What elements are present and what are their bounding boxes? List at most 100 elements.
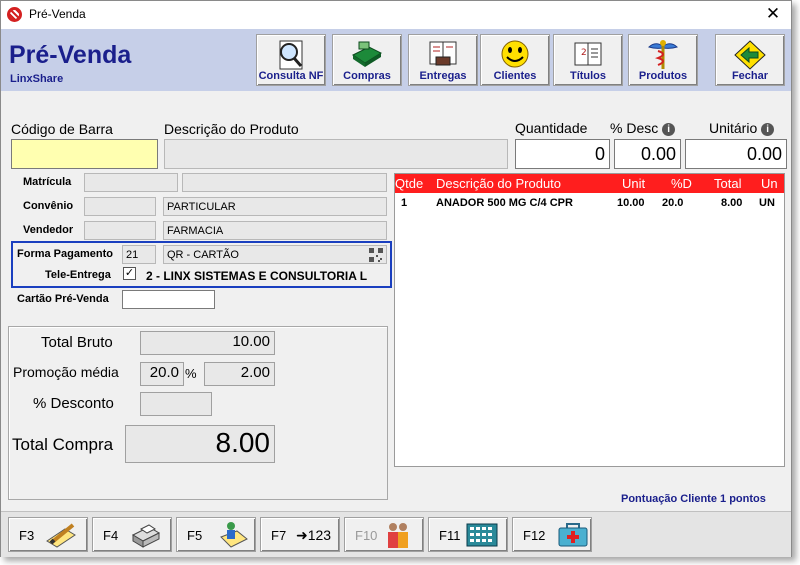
tele-entrega-label: Tele-Entrega (45, 269, 111, 281)
row-qtde: 1 (401, 197, 408, 209)
cartao-pre-venda-label: Cartão Pré-Venda (17, 293, 109, 305)
pencil-paper-icon (46, 523, 76, 548)
barcode-input[interactable] (11, 139, 158, 169)
col-descricao[interactable]: Descrição do Produto (436, 176, 561, 191)
row-unit: 10.00 (617, 197, 645, 209)
delivery-book-icon (429, 41, 457, 66)
fechar-button[interactable]: Fechar (715, 34, 785, 86)
svg-text:2: 2 (581, 48, 587, 58)
pontuacao-cliente: Pontuação Cliente 1 pontos (621, 493, 766, 505)
consulta-nf-button[interactable]: Consulta NF (256, 34, 326, 86)
total-bruto-value: 10.00 (140, 331, 275, 355)
medical-kit-icon (558, 523, 588, 547)
f11-button[interactable]: F11 (428, 517, 508, 552)
f11-label: F11 (439, 528, 461, 543)
forma-pagamento-label: Forma Pagamento (17, 248, 113, 260)
forma-pagamento-field[interactable]: QR - CARTÃO (163, 245, 387, 264)
row-descricao: ANADOR 500 MG C/4 CPR (436, 197, 573, 209)
person-note-icon (220, 522, 248, 548)
fechar-label: Fechar (731, 70, 769, 82)
row-total: 8.00 (721, 197, 743, 209)
promocao-pct-value: 20.0 (140, 362, 184, 386)
col-qtde[interactable]: Qtde (395, 176, 423, 191)
quantity-input[interactable]: 0 (515, 139, 610, 169)
arrow-left-icon (734, 40, 766, 70)
desconto-value (140, 392, 212, 416)
vendedor-label: Vendedor (23, 224, 74, 236)
unit-price-label-text: Unitário (709, 120, 758, 136)
window-title: Pré-Venda (29, 7, 86, 21)
unit-price-input[interactable]: 0.00 (685, 139, 787, 169)
unit-price-label: Unitário i (709, 120, 775, 136)
qr-code-icon (369, 248, 383, 262)
smiley-face-icon (501, 40, 529, 68)
cartao-pre-venda-input[interactable] (122, 290, 215, 309)
col-unit[interactable]: Unit (622, 176, 645, 191)
total-compra-label: Total Compra (12, 435, 114, 454)
forma-pagamento-code-field[interactable]: 21 (122, 245, 156, 264)
header-toolbar: Pré-Venda LinxShare Consulta NF Compras (1, 29, 791, 91)
f12-button[interactable]: F12 (512, 517, 592, 552)
promocao-media-label: Promoção média (13, 364, 119, 380)
titulos-button[interactable]: 2 Títulos (553, 34, 623, 86)
f12-label: F12 (523, 528, 546, 543)
f4-label: F4 (103, 528, 119, 543)
discount-info-icon[interactable]: i (662, 122, 676, 136)
discount-label-text: % Desc (610, 120, 659, 136)
f10-button[interactable]: F10 (344, 517, 424, 552)
items-grid[interactable]: Qtde Descrição do Produto Unit %D Total … (394, 173, 785, 467)
close-icon[interactable]: ✕ (763, 3, 783, 25)
col-total[interactable]: Total (714, 176, 741, 191)
col-un[interactable]: Un (761, 176, 778, 191)
titles-book-icon: 2 (574, 42, 602, 66)
app-title: Pré-Venda (9, 41, 132, 69)
total-bruto-label: Total Bruto (41, 334, 113, 351)
f5-label: F5 (187, 528, 203, 543)
vendedor-field[interactable]: FARMACIA (163, 221, 387, 240)
promocao-pct-symbol: % (185, 366, 197, 381)
description-label: Descrição do Produto (164, 121, 299, 137)
calculator-icon (466, 523, 498, 547)
convenio-field[interactable]: PARTICULAR (163, 197, 387, 216)
f7-button[interactable]: F7 ➜123 (260, 517, 340, 552)
entregas-label: Entregas (419, 70, 467, 82)
app-icon (7, 7, 22, 22)
title-bar: Pré-Venda ✕ (1, 1, 791, 29)
f3-button[interactable]: F3 (8, 517, 88, 552)
row-pct-d: 20.0 (662, 197, 684, 209)
printer-icon (131, 524, 161, 548)
pre-venda-window: Pré-Venda ✕ Pré-Venda LinxShare Consulta… (0, 0, 792, 557)
consulta-nf-label: Consulta NF (258, 70, 324, 82)
f4-button[interactable]: F4 (92, 517, 172, 552)
produtos-label: Produtos (638, 70, 688, 82)
matricula-name-field[interactable] (182, 173, 387, 192)
arrow-numbers-icon: ➜123 (296, 527, 332, 543)
convenio-code-field[interactable] (84, 197, 156, 216)
col-pct-d[interactable]: %D (671, 176, 692, 191)
items-grid-header: Qtde Descrição do Produto Unit %D Total … (395, 174, 784, 193)
titulos-label: Títulos (569, 70, 607, 82)
tele-entrega-value: 2 - LINX SISTEMAS E CONSULTORIA L (146, 269, 368, 283)
row-un: UN (759, 197, 775, 209)
cash-register-icon (352, 41, 383, 67)
discount-input[interactable]: 0.00 (614, 139, 681, 169)
description-input[interactable] (164, 139, 508, 169)
magnifier-document-icon (279, 40, 303, 70)
clientes-button[interactable]: Clientes (480, 34, 550, 86)
unit-price-info-icon[interactable]: i (761, 122, 775, 136)
produtos-button[interactable]: Produtos (628, 34, 698, 86)
discount-label: % Desc i (610, 120, 676, 136)
tele-entrega-checkbox[interactable]: ✓ (123, 267, 136, 280)
f5-button[interactable]: F5 (176, 517, 256, 552)
matricula-code-field[interactable] (84, 173, 178, 192)
compras-label: Compras (343, 70, 391, 82)
promocao-value: 2.00 (204, 362, 275, 386)
f3-label: F3 (19, 528, 35, 543)
vendedor-code-field[interactable] (84, 221, 156, 240)
entregas-button[interactable]: Entregas (408, 34, 478, 86)
convenio-label: Convênio (23, 200, 74, 212)
compras-button[interactable]: Compras (332, 34, 402, 86)
matricula-label: Matrícula (23, 176, 72, 188)
totals-panel: Total Bruto 10.00 Promoção média 20.0 % … (8, 326, 388, 500)
clientes-label: Clientes (493, 70, 537, 82)
